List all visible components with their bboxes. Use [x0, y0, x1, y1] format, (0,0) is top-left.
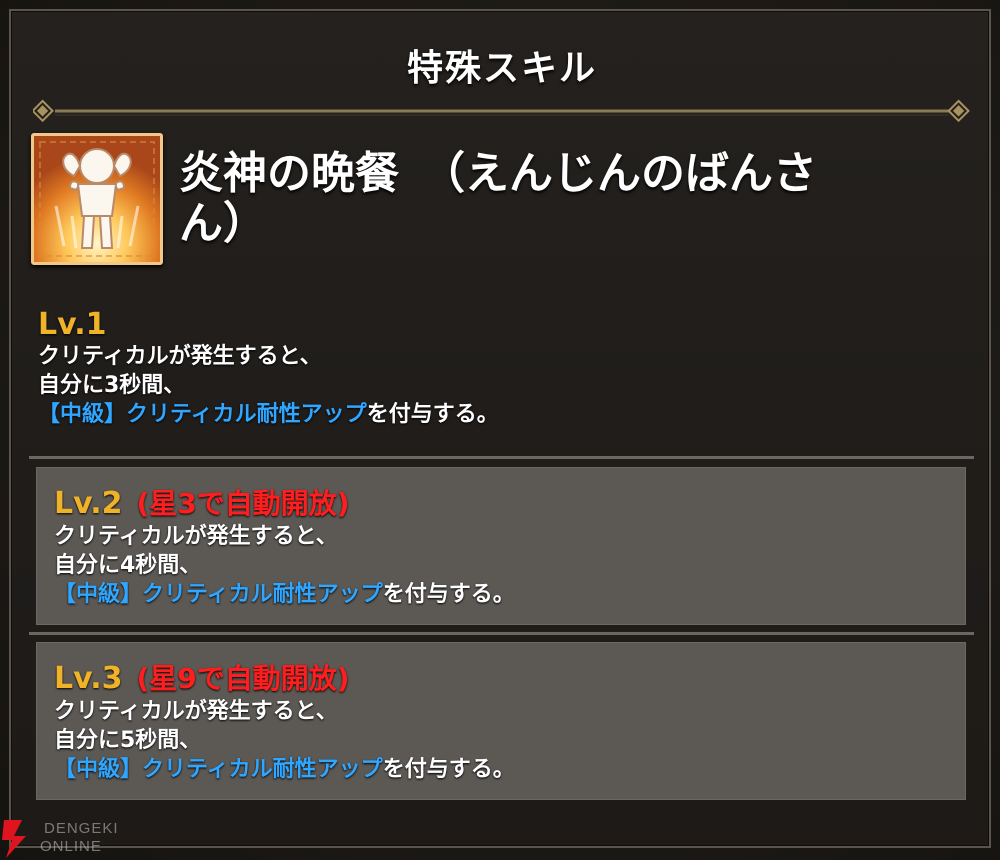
divider-left-diamond-icon [33, 99, 54, 123]
muscle-pose-icon [34, 136, 160, 262]
game-screen: 特殊スキル 炎神の晩餐 （えんじんのばんさん） Lv.1 クリティカルが発生する… [0, 0, 1000, 860]
skill-level-1: Lv.1 クリティカルが発生すると、 自分に3秒間、 【中級】クリティカル耐性ア… [38, 307, 976, 429]
watermark-line2: ONLINE [40, 838, 102, 855]
lightning-logo-icon [2, 820, 26, 858]
effect-highlight: 【中級】クリティカル耐性アップ [54, 582, 383, 607]
unlock-condition: (星9で自動開放) [136, 662, 350, 695]
effect-line: クリティカルが発生すると、 [38, 344, 322, 369]
effect-line: 【中級】クリティカル耐性アップを付与する。 [38, 400, 976, 429]
effect-line: 【中級】クリティカル耐性アップを付与する。 [54, 580, 965, 609]
level-separator [29, 456, 974, 459]
unlock-condition: (星3で自動開放) [136, 487, 350, 520]
effect-line: クリティカルが発生すると、 [54, 524, 338, 549]
title-divider [33, 99, 970, 123]
effect-highlight: 【中級】クリティカル耐性アップ [54, 757, 383, 782]
effect-suffix: を付与する。 [366, 402, 499, 427]
watermark-line1: DENGEKI [44, 820, 119, 837]
effect-suffix: を付与する。 [382, 582, 515, 607]
panel-title: 特殊スキル [406, 48, 597, 89]
level-label: Lv.2 [54, 486, 123, 521]
skill-level-3: Lv.3 (星9で自動開放) クリティカルが発生すると、 自分に5秒間、 【中級… [36, 642, 966, 800]
divider-right-diamond-icon [947, 99, 970, 123]
skill-name: 炎神の晩餐 （えんじんのばんさん） [179, 148, 817, 249]
effect-line: 自分に5秒間、 [54, 728, 202, 753]
level-separator [29, 632, 974, 635]
level-label: Lv.1 [38, 307, 107, 342]
effect-line: 【中級】クリティカル耐性アップを付与する。 [54, 755, 965, 784]
effect-suffix: を付与する。 [382, 757, 515, 782]
effect-line: 自分に4秒間、 [54, 553, 202, 578]
special-skill-panel: 特殊スキル 炎神の晩餐 （えんじんのばんさん） Lv.1 クリティカルが発生する… [9, 9, 991, 848]
dengeki-online-watermark: DENGEKI ONLINE [0, 816, 140, 860]
skill-icon [31, 133, 163, 265]
effect-highlight: 【中級】クリティカル耐性アップ [38, 402, 367, 427]
skill-level-2: Lv.2 (星3で自動開放) クリティカルが発生すると、 自分に4秒間、 【中級… [36, 467, 966, 625]
level-label: Lv.3 [54, 661, 123, 696]
effect-line: クリティカルが発生すると、 [54, 699, 338, 724]
effect-line: 自分に3秒間、 [38, 373, 186, 398]
